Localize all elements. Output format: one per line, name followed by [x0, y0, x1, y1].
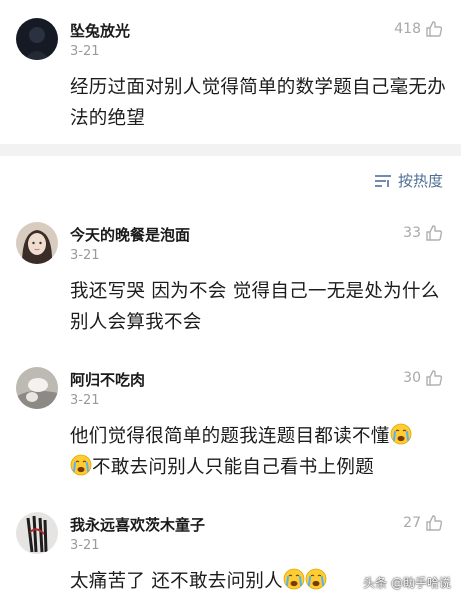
thumbs-up-icon — [425, 369, 443, 387]
sort-label: 按热度 — [397, 172, 443, 190]
watermark: 头条 @助手哈说 — [363, 576, 451, 590]
thumbs-up-icon — [425, 20, 443, 38]
comments-page: 坠兔放光 3-21 418 经历过面对别人觉得简单的数学题自己毫无办法的绝望 按… — [0, 0, 461, 603]
comment-date: 3-21 — [70, 248, 100, 263]
crying-face-icon — [305, 568, 327, 590]
avatar[interactable] — [16, 18, 58, 60]
comment-date: 3-21 — [70, 393, 100, 408]
like-button[interactable]: 30 — [403, 369, 443, 387]
like-count: 30 — [403, 370, 421, 386]
comment-text: 我还写哭 因为不会 觉得自己一无是处为什么别人会算我不会 — [70, 281, 440, 333]
sort-lines-icon — [374, 174, 392, 188]
username[interactable]: 坠兔放光 — [70, 20, 130, 41]
comment-text: 经历过面对别人觉得简单的数学题自己毫无办法的绝望 — [70, 77, 447, 129]
like-button[interactable]: 27 — [403, 514, 443, 532]
crying-face-icon — [390, 423, 412, 445]
username[interactable]: 我永远喜欢茨木童子 — [70, 514, 205, 535]
avatar[interactable] — [16, 222, 58, 264]
comment-text-part: 他们觉得很简单的题我连题目都读不懂 — [70, 426, 390, 447]
section-divider — [0, 144, 461, 156]
comment-text-part: 不敢去问别人只能自己看书上例题 — [92, 457, 375, 478]
thumbs-up-icon — [425, 224, 443, 242]
crying-face-icon — [70, 454, 92, 476]
username[interactable]: 今天的晚餐是泡面 — [70, 224, 190, 245]
like-count: 27 — [403, 515, 421, 531]
like-count: 418 — [394, 21, 421, 37]
avatar[interactable] — [16, 367, 58, 409]
comment-text: 他们觉得很简单的题我连题目都读不懂不敢去问别人只能自己看书上例题 — [70, 421, 450, 483]
like-button[interactable]: 33 — [403, 224, 443, 242]
sort-toggle[interactable]: 按热度 — [374, 170, 443, 191]
like-count: 33 — [403, 225, 421, 241]
username[interactable]: 阿归不吃肉 — [70, 369, 145, 390]
comment-text-part: 太痛苦了 还不敢去问别人 — [70, 571, 283, 592]
avatar[interactable] — [16, 512, 58, 554]
thumbs-up-icon — [425, 514, 443, 532]
like-button[interactable]: 418 — [394, 20, 443, 38]
comment-date: 3-21 — [70, 538, 100, 553]
comment-date: 3-21 — [70, 44, 100, 59]
crying-face-icon — [283, 568, 305, 590]
